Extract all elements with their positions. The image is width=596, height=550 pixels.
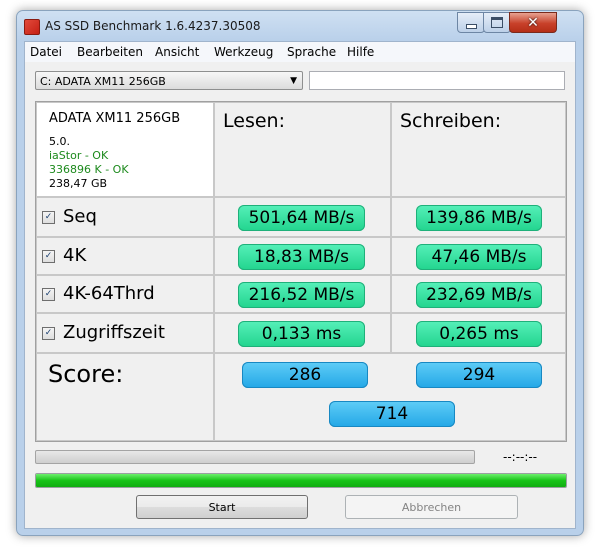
menu-werkzeug[interactable]: Werkzeug — [214, 45, 273, 59]
close-icon: ✕ — [527, 14, 539, 31]
firmware-version: 5.0. — [49, 135, 70, 148]
drive-info-panel: ADATA XM11 256GB 5.0. iaStor - OK 336896… — [36, 102, 214, 197]
minimize-button[interactable] — [457, 12, 485, 33]
4k-read-cell: 18,83 MB/s — [214, 237, 391, 275]
read-header: Lesen: — [223, 110, 285, 132]
minimize-icon — [465, 23, 477, 29]
4k64-write-value: 232,69 MB/s — [416, 282, 542, 308]
4k-write-value: 47,46 MB/s — [416, 244, 542, 270]
menu-sprache[interactable]: Sprache — [287, 45, 336, 59]
alignment-status: 336896 K - OK — [49, 163, 129, 176]
total-score: 714 — [329, 401, 455, 427]
window-title: AS SSD Benchmark 1.6.4237.30508 — [45, 19, 261, 33]
menu-ansicht[interactable]: Ansicht — [155, 45, 199, 59]
4k64-label: 4K-64Thrd — [63, 283, 155, 304]
chevron-down-icon: ▼ — [290, 76, 297, 86]
app-icon — [24, 19, 40, 35]
maximize-icon — [491, 17, 503, 28]
4k64-write-cell: 232,69 MB/s — [391, 275, 566, 313]
4k64-checkbox[interactable]: ✓ — [42, 288, 55, 301]
drive-name: ADATA XM11 256GB — [49, 111, 181, 126]
4k-label: 4K — [63, 245, 87, 266]
read-score: 286 — [242, 362, 368, 388]
4k64-read-cell: 216,52 MB/s — [214, 275, 391, 313]
client-area: Datei Bearbeiten Ansicht Werkzeug Sprach… — [24, 41, 576, 529]
access-time-checkbox[interactable]: ✓ — [42, 327, 55, 340]
seq-write-value: 139,86 MB/s — [416, 205, 542, 231]
4k64-read-value: 216,52 MB/s — [238, 282, 365, 308]
drive-select[interactable]: C: ADATA XM11 256GB ▼ — [35, 71, 303, 90]
access-time-label: Zugriffszeit — [63, 322, 165, 343]
4k-checkbox[interactable]: ✓ — [42, 250, 55, 263]
access-write-cell: 0,265 ms — [391, 313, 566, 353]
row-access-label-cell: ✓ Zugriffszeit — [36, 313, 214, 353]
results-grid: ADATA XM11 256GB 5.0. iaStor - OK 336896… — [35, 101, 567, 442]
driver-status: iaStor - OK — [49, 149, 109, 162]
seq-label: Seq — [63, 206, 97, 227]
title-bar[interactable]: AS SSD Benchmark 1.6.4237.30508 ✕ — [17, 11, 583, 41]
menu-datei[interactable]: Datei — [30, 45, 62, 59]
score-label-cell: Score: — [36, 353, 214, 441]
close-button[interactable]: ✕ — [509, 12, 557, 33]
score-values-cell: 286 294 714 — [214, 353, 566, 441]
access-write-value: 0,265 ms — [416, 321, 542, 347]
elapsed-time: --:--:-- — [503, 450, 538, 464]
drive-select-value: C: ADATA XM11 256GB — [40, 75, 166, 88]
write-score: 294 — [416, 362, 542, 388]
access-read-value: 0,133 ms — [238, 321, 365, 347]
info-text-field[interactable] — [309, 71, 565, 90]
4k-read-value: 18,83 MB/s — [238, 244, 365, 270]
cancel-button[interactable]: Abbrechen — [345, 495, 518, 519]
start-button[interactable]: Start — [136, 495, 308, 519]
drive-capacity: 238,47 GB — [49, 177, 108, 190]
seq-write-cell: 139,86 MB/s — [391, 197, 566, 237]
menu-hilfe[interactable]: Hilfe — [347, 45, 374, 59]
total-progress-bar — [35, 473, 567, 488]
seq-read-value: 501,64 MB/s — [238, 205, 365, 231]
maximize-button[interactable] — [483, 12, 511, 33]
total-progress-fill — [36, 474, 566, 487]
menu-bearbeiten[interactable]: Bearbeiten — [77, 45, 143, 59]
seq-read-cell: 501,64 MB/s — [214, 197, 391, 237]
4k-write-cell: 47,46 MB/s — [391, 237, 566, 275]
access-read-cell: 0,133 ms — [214, 313, 391, 353]
row-seq-label-cell: ✓ Seq — [36, 197, 214, 237]
write-header: Schreiben: — [400, 110, 502, 132]
menu-bar: Datei Bearbeiten Ansicht Werkzeug Sprach… — [25, 42, 575, 62]
current-progress-bar — [35, 450, 475, 464]
row-4k64-label-cell: ✓ 4K-64Thrd — [36, 275, 214, 313]
read-header-cell: Lesen: — [214, 102, 391, 197]
row-4k-label-cell: ✓ 4K — [36, 237, 214, 275]
write-header-cell: Schreiben: — [391, 102, 566, 197]
seq-checkbox[interactable]: ✓ — [42, 211, 55, 224]
app-window: AS SSD Benchmark 1.6.4237.30508 ✕ Datei … — [16, 10, 584, 536]
score-label: Score: — [48, 360, 124, 388]
